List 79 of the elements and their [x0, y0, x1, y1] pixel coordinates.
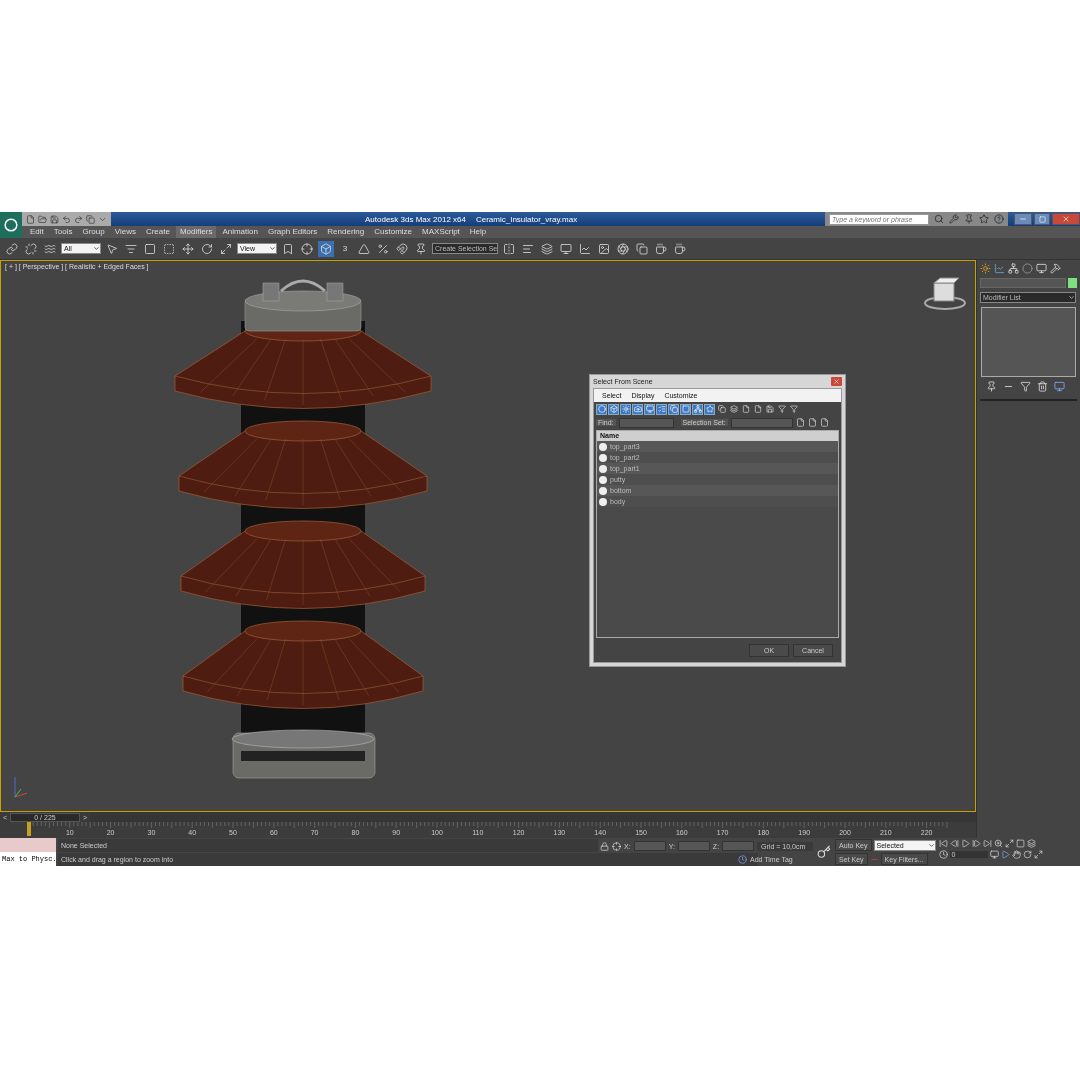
menu-item[interactable]: MAXScript — [418, 226, 464, 238]
zoom-icon[interactable] — [993, 839, 1003, 848]
menu-item[interactable]: Views — [110, 226, 140, 238]
y-field[interactable] — [677, 841, 710, 851]
utilities-tab-icon[interactable] — [1050, 263, 1061, 274]
object-type-filter-icon[interactable] — [680, 403, 691, 415]
document-icon[interactable] — [819, 418, 829, 427]
pin-stack-icon[interactable] — [986, 381, 997, 392]
minimize-button[interactable] — [1014, 213, 1032, 225]
selection-set-field[interactable] — [730, 417, 793, 428]
caret-icon[interactable] — [93, 245, 100, 252]
menu-item[interactable]: Group — [78, 226, 109, 238]
viewcube-icon[interactable] — [924, 277, 966, 310]
menu-item[interactable]: Create — [141, 226, 174, 238]
caret-icon[interactable] — [269, 245, 276, 252]
close-icon[interactable] — [1062, 215, 1070, 223]
zoom-region-icon[interactable] — [1015, 839, 1025, 848]
zoom-extents-icon[interactable] — [1004, 839, 1014, 848]
object-type-filter-icon[interactable] — [692, 403, 703, 415]
arc-rotate-icon[interactable] — [1022, 850, 1032, 859]
menu-item[interactable]: Edit — [26, 226, 48, 238]
menu-item[interactable]: Customize — [370, 226, 417, 238]
axis-tripod-icon — [14, 776, 28, 798]
save-icon[interactable] — [50, 214, 59, 224]
caret-icon[interactable] — [927, 841, 935, 849]
object-type-filter-icon[interactable] — [632, 403, 643, 415]
previous-frame-icon[interactable] — [949, 839, 959, 848]
object-type-filter-icon[interactable] — [644, 403, 655, 415]
star-icon[interactable] — [979, 214, 989, 224]
close-button[interactable] — [1052, 213, 1080, 225]
link-icon[interactable] — [4, 240, 20, 257]
app-logo-icon[interactable] — [0, 212, 22, 238]
hierarchy-tab-icon[interactable] — [1008, 263, 1019, 274]
lock-icon[interactable] — [600, 841, 609, 851]
menu-item[interactable]: Rendering — [323, 226, 369, 238]
document-icon[interactable] — [807, 418, 817, 427]
next-frame-icon[interactable] — [971, 839, 981, 848]
object-name-field[interactable] — [980, 278, 1066, 288]
menu-item[interactable]: Modifiers — [175, 226, 217, 238]
z-field[interactable] — [722, 841, 755, 851]
close-button[interactable] — [831, 377, 842, 386]
pivot-icon[interactable] — [299, 240, 315, 257]
document-icon[interactable] — [795, 418, 805, 427]
menu-item[interactable]: Help — [465, 226, 491, 238]
go-to-end-icon[interactable] — [982, 839, 992, 848]
new-file-icon[interactable] — [26, 214, 35, 224]
undo-icon[interactable] — [62, 214, 71, 224]
pan-icon[interactable] — [1011, 850, 1021, 859]
redo-icon[interactable] — [74, 214, 83, 224]
menu-item[interactable]: Graph Editors — [263, 226, 322, 238]
maximize-button[interactable] — [1034, 213, 1050, 225]
snap-toggle[interactable]: 3 — [337, 240, 353, 257]
object-type-filter-icon[interactable] — [620, 403, 631, 415]
unlink-icon[interactable] — [23, 240, 39, 257]
key-icon[interactable] — [817, 845, 832, 859]
object-type-filter-icon[interactable] — [596, 403, 607, 415]
time-tag-icon[interactable] — [738, 854, 747, 864]
create-tab-icon[interactable] — [980, 263, 991, 274]
object-type-filter-icon[interactable] — [608, 403, 619, 415]
file-name: Ceramic_Insulator_vray.max — [475, 214, 578, 224]
layers-icon[interactable] — [539, 240, 555, 257]
go-to-start-icon[interactable] — [938, 839, 948, 848]
maxscript-input[interactable] — [0, 838, 56, 852]
open-folder-icon[interactable] — [38, 214, 47, 224]
object-color-swatch[interactable] — [1068, 278, 1077, 288]
window-title: Autodesk 3ds Max 2012 x64 — [365, 214, 466, 224]
find-field[interactable] — [618, 417, 674, 428]
caret-icon[interactable] — [1068, 294, 1075, 301]
modifier-stack[interactable] — [981, 307, 1076, 377]
x-field[interactable] — [633, 841, 666, 851]
pin-icon[interactable] — [964, 214, 974, 224]
help-icon[interactable] — [994, 214, 1004, 224]
menu-item[interactable]: Animation — [218, 226, 262, 238]
object-type-filter-icon[interactable] — [704, 403, 715, 415]
object-type-filter-icon[interactable] — [668, 403, 679, 415]
menu-item[interactable]: Tools — [49, 226, 77, 238]
wrench-icon[interactable] — [949, 214, 959, 224]
play-icon[interactable] — [960, 839, 970, 848]
object-type-filter-icon[interactable] — [656, 403, 667, 415]
